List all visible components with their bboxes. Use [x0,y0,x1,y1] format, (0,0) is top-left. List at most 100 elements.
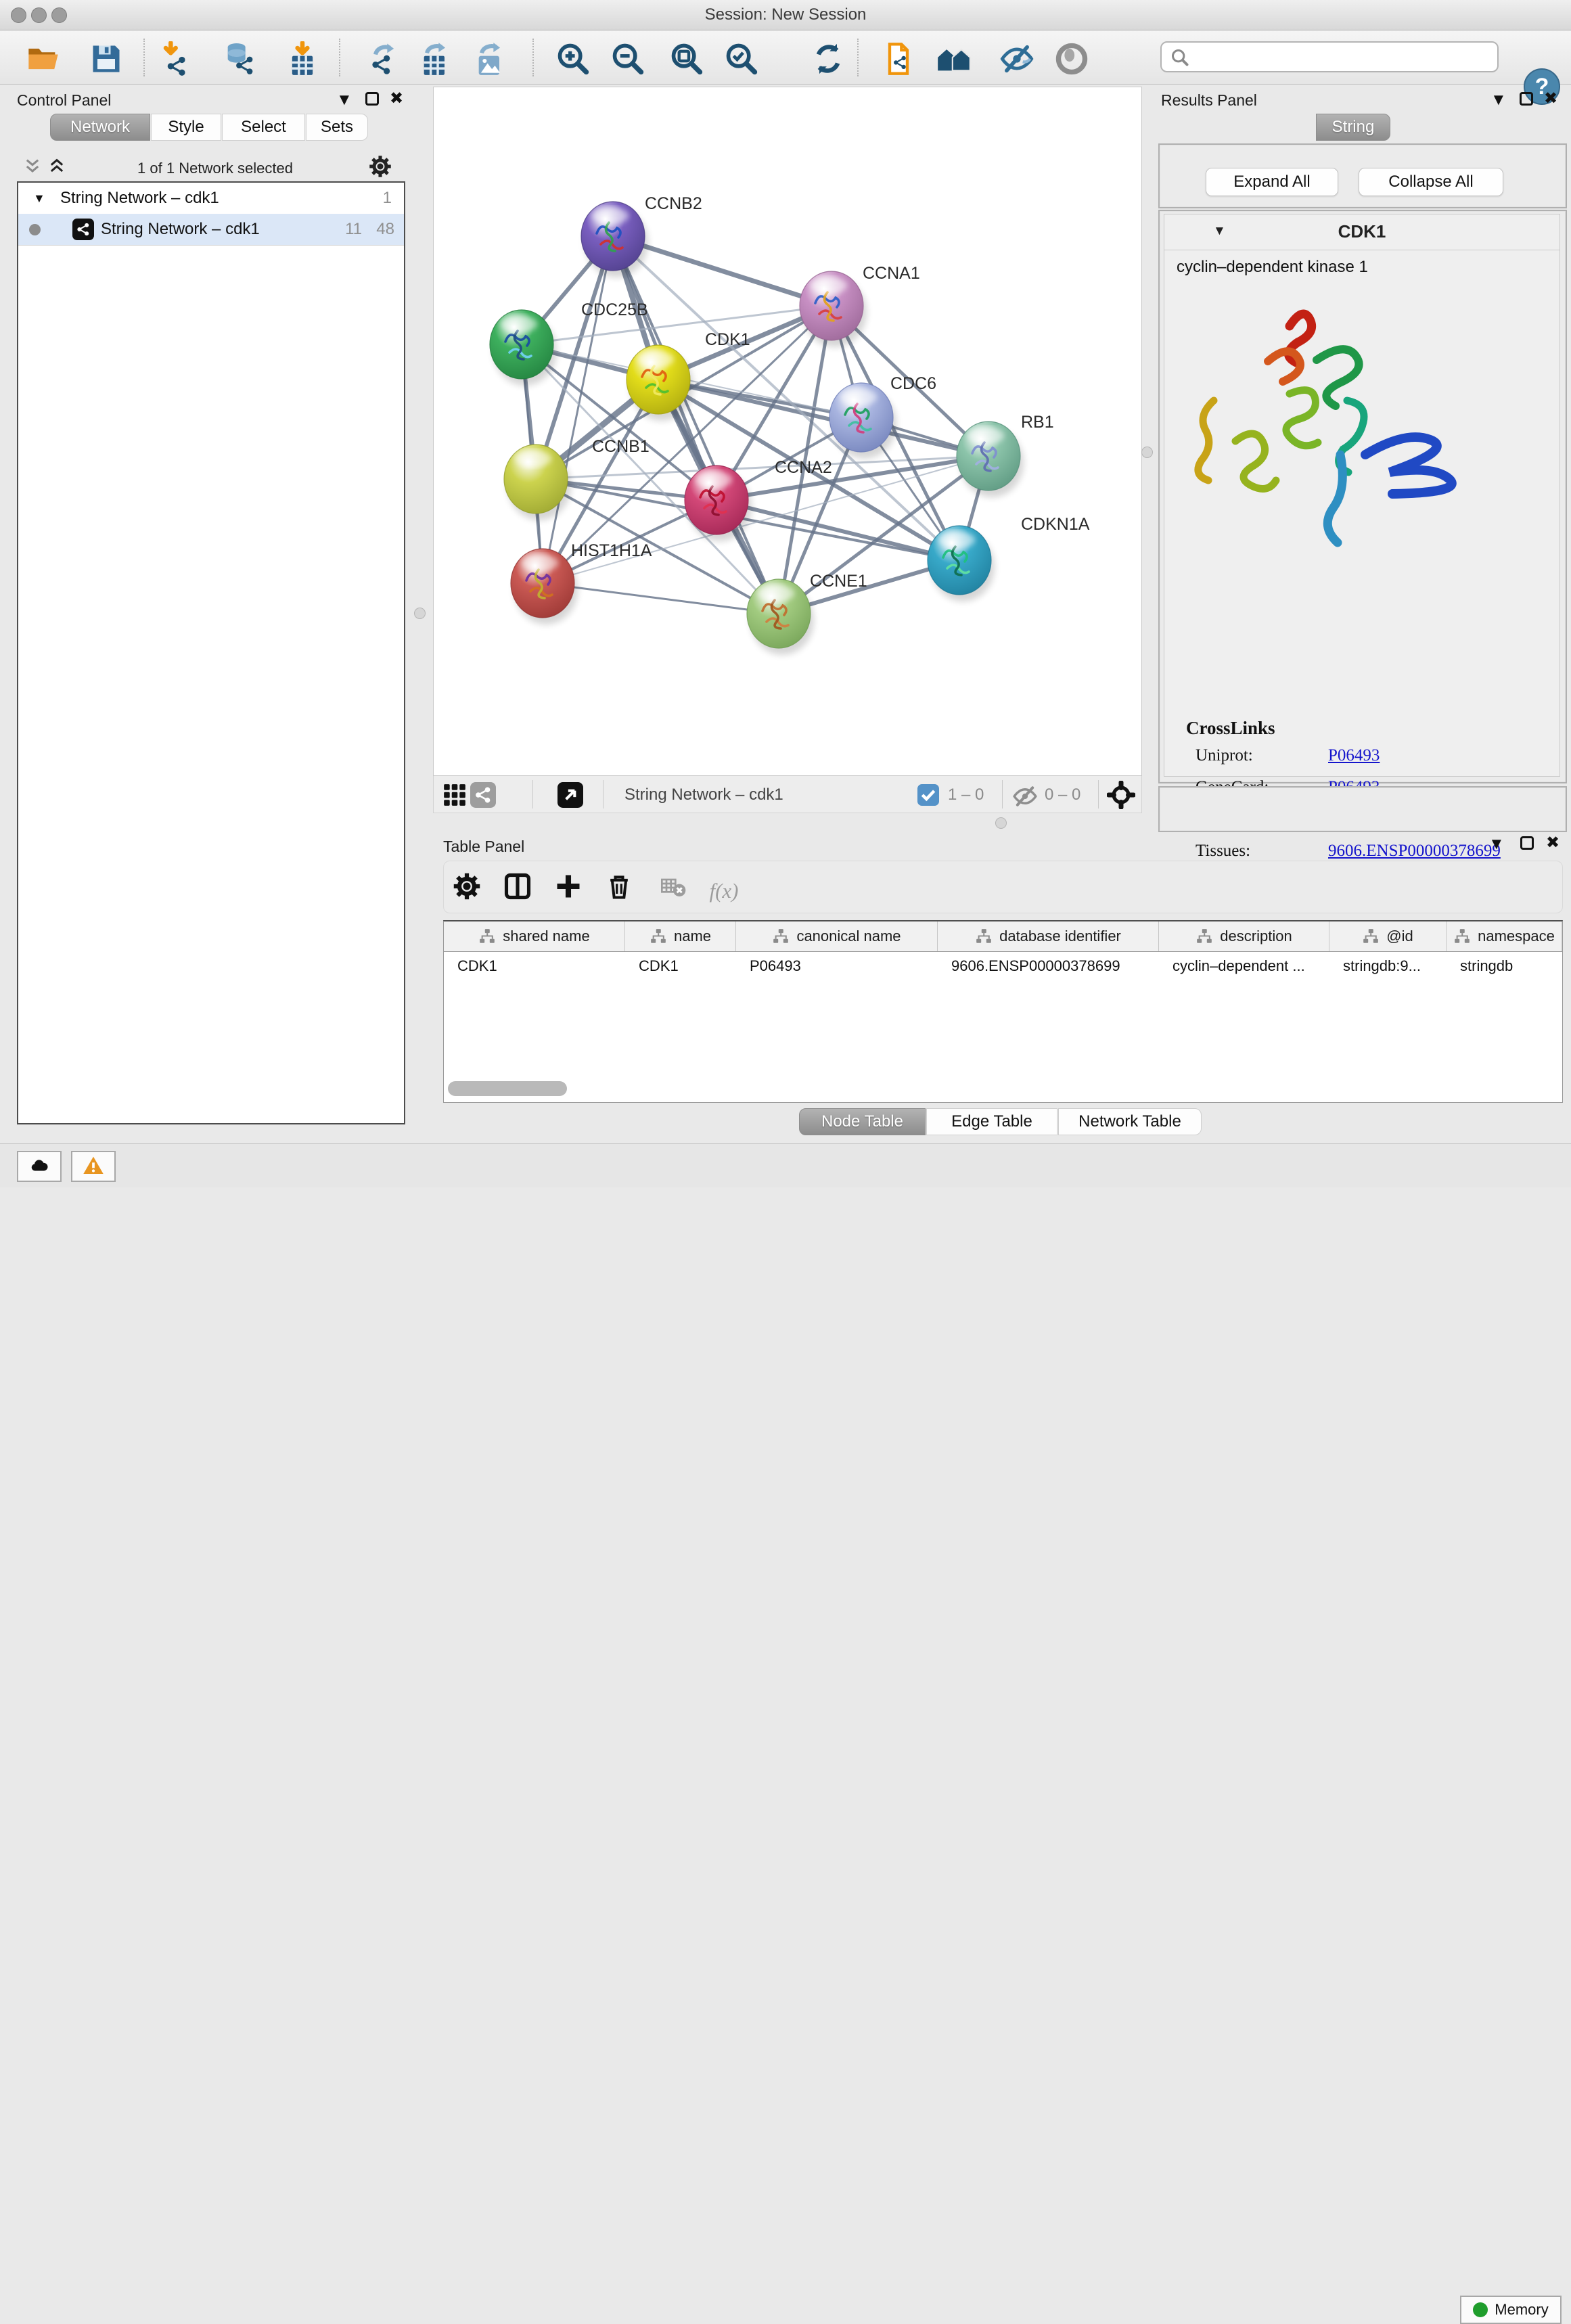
column-header-namespace[interactable]: namespace [1447,921,1562,951]
import-table-from-file-button[interactable] [281,40,324,78]
export-image-button[interactable] [469,40,512,78]
tab-edge-table[interactable]: Edge Table [926,1108,1057,1135]
memory-button[interactable]: Memory [1460,2296,1562,2324]
lens-button[interactable] [1050,40,1093,78]
show-columns-button[interactable] [502,871,533,903]
table-panel-float-button[interactable] [1520,836,1534,850]
network-node-CCNE1[interactable]: CCNE1 [747,572,867,655]
control-panel-menu-button[interactable]: ▼ [336,92,352,108]
edge-CCNE1-HIST1H1A[interactable] [543,583,779,614]
column-header-shared-name[interactable]: shared name [444,921,625,951]
hide-panels-button[interactable] [995,40,1039,78]
cell-shared-name[interactable]: CDK1 [444,951,625,981]
network-node-CDKN1A[interactable]: CDKN1A [928,515,1090,601]
tab-network-table[interactable]: Network Table [1058,1108,1202,1135]
control-panel-close-button[interactable]: ✖ [390,91,403,107]
toolbar-separator [532,780,533,808]
table-settings-gear-button[interactable] [451,871,482,903]
results-panel-float-button[interactable] [1520,92,1533,106]
column-header-canonical-name[interactable]: canonical name [736,921,938,951]
network-share-icon[interactable] [470,782,496,808]
cell-description[interactable]: cyclin–dependent ... [1159,951,1329,981]
cell-name[interactable]: CDK1 [625,951,736,981]
network-status-dot [29,224,41,235]
network-node-CCNB2[interactable]: CCNB2 [581,194,702,277]
table-panel-menu-button[interactable]: ▼ [1488,836,1505,852]
protein-card-header[interactable]: ▼ CDK1 [1164,214,1559,250]
zoom-in-button[interactable] [551,40,595,78]
expand-all-button[interactable]: Expand All [1206,168,1338,196]
export-table-button[interactable] [414,40,457,78]
zoom-out-button[interactable] [606,40,650,78]
export-network-button[interactable] [363,40,406,78]
zoom-fit-content-button[interactable] [665,40,708,78]
column-header-description[interactable]: description [1159,921,1329,951]
delete-column-button[interactable] [604,871,635,903]
warning-status-button[interactable] [71,1151,116,1182]
tab-sets[interactable]: Sets [306,114,368,141]
zoom-selected-button[interactable] [720,40,763,78]
save-session-button[interactable] [85,40,128,78]
edge-CDK1-RB1[interactable] [658,380,988,456]
selected-counts: 1 – 0 [948,776,984,813]
network-node-HIST1H1A[interactable]: HIST1H1A [511,541,652,624]
network-node-count: 11 [345,214,362,245]
network-canvas-svg: CCNB2CCNA1CDC25BCDK1CDC6RB1CCNB1CCNA2CDK… [434,87,1141,775]
fit-selected-crosshair-icon[interactable] [1107,781,1135,809]
network-node-RB1[interactable]: RB1 [957,413,1054,497]
open-home-button[interactable] [932,40,976,78]
network-canvas[interactable]: CCNB2CCNA1CDC25BCDK1CDC6RB1CCNB1CCNA2CDK… [433,87,1142,776]
import-network-from-database-button[interactable] [218,40,261,78]
column-header-name[interactable]: name [625,921,736,951]
search-input[interactable] [1160,41,1499,72]
cell-canonical-name[interactable]: P06493 [736,951,938,981]
results-panel-close-button[interactable]: ✖ [1544,91,1557,107]
column-header-database-identifier[interactable]: database identifier [938,921,1159,951]
collection-expander-icon[interactable]: ▼ [33,183,45,214]
network-node-CDC6[interactable]: CDC6 [829,374,936,459]
collapse-all-button[interactable]: Collapse All [1359,168,1503,196]
network-row-selected[interactable]: String Network – cdk1 11 48 [18,214,404,246]
crosslink-label: Tissues: [1196,842,1328,861]
import-network-from-file-button[interactable] [155,40,198,78]
node-label-HIST1H1A: HIST1H1A [571,541,652,560]
edge-CCNA2-CDKN1A[interactable] [716,500,959,560]
table-panel-close-button[interactable]: ✖ [1546,835,1559,851]
tab-node-table[interactable]: Node Table [799,1108,926,1135]
expand-all-networks-button[interactable] [47,157,66,179]
cell-database-identifier[interactable]: 9606.ENSP00000378699 [938,951,1159,981]
grid-view-icon[interactable] [442,782,468,808]
results-panel-menu-button[interactable]: ▼ [1490,92,1507,108]
tab-select[interactable]: Select [222,114,305,141]
crosslink-link[interactable]: 9606.ENSP00000378699 [1328,842,1501,861]
delete-table-button[interactable] [658,871,689,903]
collapse-all-networks-button[interactable] [23,157,42,179]
node-label-CDKN1A: CDKN1A [1021,515,1090,534]
cloud-status-button[interactable] [17,1151,62,1182]
share-document-button[interactable] [877,40,920,78]
table-row[interactable]: CDK1CDK1P064939606.ENSP00000378699cyclin… [444,951,1562,981]
refresh-view-button[interactable] [806,40,850,78]
node-label-CCNA2: CCNA2 [775,458,832,477]
selected-nodes-checkbox[interactable] [917,784,939,806]
apply-function-button[interactable]: f(x) [708,875,739,907]
tab-string[interactable]: String [1316,114,1390,141]
open-session-button[interactable] [22,40,65,78]
column-header-@id[interactable]: @id [1329,921,1447,951]
table-horizontal-scrollbar[interactable] [448,1081,567,1096]
horizontal-splitter-handle[interactable] [995,817,1007,829]
tab-network[interactable]: Network [50,114,150,141]
cell-@id[interactable]: stringdb:9... [1329,951,1447,981]
add-column-button[interactable] [553,871,584,903]
network-options-gear-button[interactable] [368,154,392,182]
vertical-splitter-handle-right[interactable] [1141,447,1153,458]
birds-eye-view-icon[interactable] [557,782,583,808]
tab-style[interactable]: Style [151,114,221,141]
crosslink-link[interactable]: P06493 [1328,746,1380,765]
toolbar-separator [143,39,145,76]
control-panel-float-button[interactable] [365,92,379,106]
cell-namespace[interactable]: stringdb [1447,951,1562,981]
network-collection-row[interactable]: ▼ String Network – cdk1 1 [18,183,404,214]
network-node-CCNA2[interactable]: CCNA2 [685,458,832,541]
vertical-splitter-handle-left[interactable] [414,608,426,619]
